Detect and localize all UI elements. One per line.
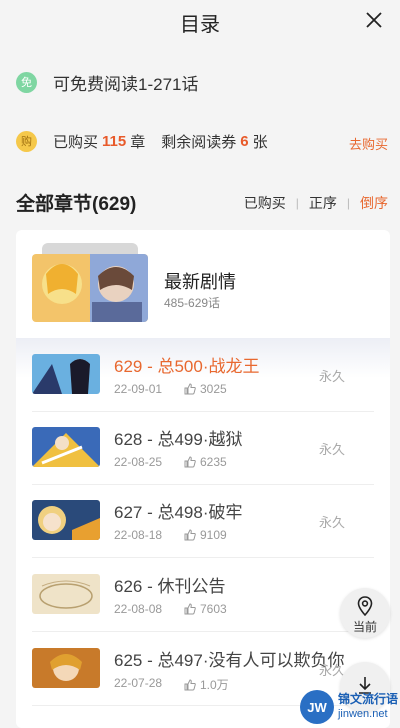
chapter-thumbnail (32, 648, 100, 688)
chapter-likes: 7603 (184, 602, 227, 616)
row-divider (32, 411, 374, 412)
thumb-up-icon (184, 456, 196, 468)
section-title: 全部章节(629) (16, 194, 137, 215)
chapter-likes-count: 9109 (200, 528, 227, 542)
chapter-likes: 6235 (184, 455, 227, 469)
chapter-thumbnail (32, 500, 100, 540)
purchased-unit: 章 (130, 133, 146, 151)
latest-chapters-entry[interactable]: 最新剧情 485-629话 (16, 230, 390, 338)
row-divider (32, 557, 374, 558)
chapter-item[interactable]: 628 - 总499·越狱 22-08-25 6235 永久 (16, 413, 390, 485)
sort-bar: 已购买 | 正序 | 倒序 (244, 193, 388, 213)
chapter-likes: 3025 (184, 382, 227, 396)
chapter-likes: 1.0万 (184, 676, 229, 693)
chapter-thumbnail (32, 354, 100, 394)
watermark: JW 锦文流行语 jinwen.net (299, 690, 398, 724)
free-badge-icon: 免 (16, 71, 37, 93)
chapter-title: 629 - 总500·战龙王 (114, 357, 260, 376)
row-divider (32, 484, 374, 485)
filter-purchased-button[interactable]: 已购买 (244, 193, 286, 213)
thumb-up-icon (184, 529, 196, 541)
sort-divider: | (346, 196, 350, 210)
purchase-badge-icon: 购 (16, 130, 37, 152)
free-info-text: 可免费阅读1-271话 (53, 74, 199, 94)
coupon-label: 剩余阅读券 (161, 133, 237, 151)
chapter-date: 22-08-18 (114, 528, 163, 542)
purchased-count: 115 (102, 132, 127, 150)
thumb-up-icon (184, 678, 196, 690)
row-divider (32, 631, 374, 632)
chapter-likes-count: 3025 (200, 382, 227, 396)
chapter-date: 22-07-28 (114, 676, 163, 690)
latest-range: 485-629话 (164, 296, 221, 310)
sort-asc-button[interactable]: 正序 (309, 193, 337, 213)
location-pin-icon (357, 596, 373, 616)
watermark-cn: 锦文流行语 (337, 692, 398, 706)
chapter-likes-count: 1.0万 (200, 678, 229, 692)
chapter-date: 22-09-01 (114, 382, 163, 396)
latest-title: 最新剧情 (164, 272, 236, 292)
coupon-unit: 张 (252, 133, 268, 151)
buy-link[interactable]: 去购买 (349, 134, 388, 153)
coupon-count: 6 (240, 132, 249, 150)
sort-divider: | (295, 196, 299, 210)
close-icon[interactable] (362, 8, 386, 32)
thumb-up-icon (184, 603, 196, 615)
chapter-likes: 9109 (184, 528, 227, 542)
purchased-label: 已购买 (53, 133, 99, 151)
top-bar: 目录 (0, 0, 400, 40)
chapter-likes-count: 6235 (200, 455, 227, 469)
chapter-item[interactable]: 626 - 休刊公告 22-08-08 7603 (16, 560, 390, 632)
chapter-status: 永久 (319, 369, 346, 384)
chapter-item[interactable]: 629 - 总500·战龙王 22-09-01 3025 永久 (16, 340, 390, 412)
chapter-date: 22-08-08 (114, 602, 163, 616)
chapter-thumbnail (32, 427, 100, 467)
locate-current-button[interactable]: 当前 (340, 588, 390, 638)
chapter-date: 22-08-25 (114, 455, 163, 469)
sort-desc-button[interactable]: 倒序 (360, 193, 388, 213)
chapter-title: 626 - 休刊公告 (114, 577, 226, 596)
watermark-en: jinwen.net (337, 708, 388, 720)
chapter-title: 627 - 总498·破牢 (114, 503, 243, 522)
latest-thumbnail (32, 254, 148, 322)
chapter-item[interactable]: 627 - 总498·破牢 22-08-18 9109 永久 (16, 486, 390, 558)
page-title: 目录 (180, 14, 220, 36)
purchase-info-row: 购 已购买 115 章 剩余阅读券 6 张 (16, 127, 268, 155)
chapter-title: 628 - 总499·越狱 (114, 430, 243, 449)
watermark-logo-icon: JW (299, 690, 334, 724)
locate-label: 当前 (352, 620, 377, 634)
thumb-up-icon (184, 383, 196, 395)
chapter-title: 625 - 总497·没有人可以欺负你 (114, 651, 345, 670)
chapter-list: 最新剧情 485-629话 629 - 总500·战龙王 22-09-01 30… (16, 230, 390, 728)
chapter-thumbnail (32, 574, 100, 614)
chapter-status: 永久 (319, 442, 346, 457)
free-info-row: 免 可免费阅读1-271话 (16, 68, 198, 96)
chapter-status: 永久 (319, 515, 346, 530)
chapter-likes-count: 7603 (200, 602, 227, 616)
